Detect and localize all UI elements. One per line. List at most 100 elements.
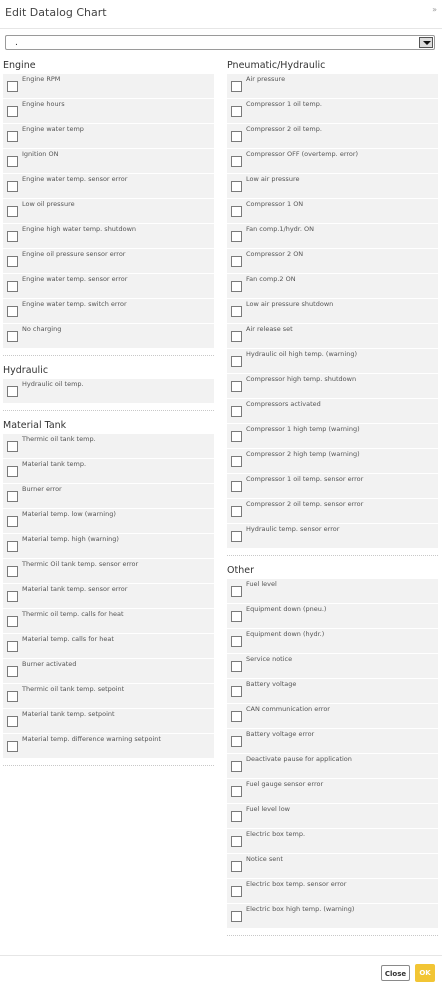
checkbox[interactable] (7, 231, 18, 242)
checkbox[interactable] (231, 611, 242, 622)
checkbox-row[interactable]: Engine water temp. switch error (3, 299, 214, 323)
checkbox[interactable] (7, 566, 18, 577)
checkbox[interactable] (231, 431, 242, 442)
checkbox-row[interactable]: Compressor OFF (overtemp. error) (227, 149, 438, 173)
checkbox[interactable] (7, 156, 18, 167)
checkbox-row[interactable]: Compressor 1 oil temp. sensor error (227, 474, 438, 498)
checkbox[interactable] (231, 661, 242, 672)
checkbox[interactable] (7, 131, 18, 142)
checkbox[interactable] (7, 716, 18, 727)
checkbox-row[interactable]: Engine water temp. sensor error (3, 274, 214, 298)
checkbox[interactable] (7, 591, 18, 602)
checkbox[interactable] (231, 911, 242, 922)
checkbox[interactable] (231, 811, 242, 822)
checkbox[interactable] (7, 256, 18, 267)
dropdown-arrow-icon[interactable] (419, 37, 433, 48)
checkbox[interactable] (7, 331, 18, 342)
checkbox[interactable] (231, 531, 242, 542)
checkbox[interactable] (7, 741, 18, 752)
checkbox[interactable] (231, 131, 242, 142)
checkbox-row[interactable]: Material temp. high (warning) (3, 534, 214, 558)
checkbox-row[interactable]: Thermic oil tank temp. (3, 434, 214, 458)
checkbox[interactable] (7, 281, 18, 292)
collapse-icon[interactable]: » (432, 5, 437, 14)
checkbox-row[interactable]: Hydraulic oil high temp. (warning) (227, 349, 438, 373)
checkbox-row[interactable]: Burner error (3, 484, 214, 508)
checkbox[interactable] (231, 786, 242, 797)
checkbox-row[interactable]: Battery voltage (227, 679, 438, 703)
checkbox[interactable] (231, 456, 242, 467)
checkbox[interactable] (231, 306, 242, 317)
checkbox[interactable] (7, 641, 18, 652)
checkbox-row[interactable]: Compressor 1 high temp (warning) (227, 424, 438, 448)
checkbox[interactable] (231, 861, 242, 872)
checkbox[interactable] (7, 386, 18, 397)
checkbox[interactable] (231, 886, 242, 897)
checkbox-row[interactable]: Compressor high temp. shutdown (227, 374, 438, 398)
checkbox-row[interactable]: Material temp. calls for heat (3, 634, 214, 658)
checkbox[interactable] (7, 491, 18, 502)
checkbox-row[interactable]: Service notice (227, 654, 438, 678)
checkbox-row[interactable]: Engine oil pressure sensor error (3, 249, 214, 273)
checkbox-row[interactable]: Low air pressure shutdown (227, 299, 438, 323)
checkbox[interactable] (7, 81, 18, 92)
checkbox-row[interactable]: Fuel level low (227, 804, 438, 828)
checkbox[interactable] (231, 686, 242, 697)
checkbox-row[interactable]: Air release set (227, 324, 438, 348)
checkbox[interactable] (231, 106, 242, 117)
checkbox-row[interactable]: Compressor 2 oil temp. sensor error (227, 499, 438, 523)
checkbox-row[interactable]: Engine high water temp. shutdown (3, 224, 214, 248)
checkbox[interactable] (7, 666, 18, 677)
checkbox-row[interactable]: Electric box temp. sensor error (227, 879, 438, 903)
checkbox[interactable] (231, 331, 242, 342)
checkbox-row[interactable]: Compressors activated (227, 399, 438, 423)
checkbox[interactable] (7, 306, 18, 317)
checkbox-row[interactable]: Compressor 2 ON (227, 249, 438, 273)
checkbox[interactable] (7, 106, 18, 117)
checkbox-row[interactable]: Electric box high temp. (warning) (227, 904, 438, 928)
checkbox[interactable] (231, 381, 242, 392)
checkbox-row[interactable]: Notice sent (227, 854, 438, 878)
checkbox[interactable] (231, 636, 242, 647)
checkbox-row[interactable]: CAN communication error (227, 704, 438, 728)
checkbox-row[interactable]: Engine hours (3, 99, 214, 123)
checkbox-row[interactable]: Compressor 1 ON (227, 199, 438, 223)
checkbox-row[interactable]: Material tank temp. setpoint (3, 709, 214, 733)
checkbox[interactable] (7, 466, 18, 477)
checkbox-row[interactable]: Compressor 2 oil temp. (227, 124, 438, 148)
checkbox-row[interactable]: Material temp. low (warning) (3, 509, 214, 533)
checkbox[interactable] (231, 256, 242, 267)
checkbox-row[interactable]: Fan comp.2 ON (227, 274, 438, 298)
checkbox-row[interactable]: Compressor 2 high temp (warning) (227, 449, 438, 473)
checkbox[interactable] (231, 506, 242, 517)
checkbox-row[interactable]: Hydraulic oil temp. (3, 379, 214, 403)
checkbox[interactable] (231, 231, 242, 242)
checkbox-row[interactable]: Engine RPM (3, 74, 214, 98)
checkbox-row[interactable]: Battery voltage error (227, 729, 438, 753)
checkbox[interactable] (7, 541, 18, 552)
checkbox[interactable] (231, 156, 242, 167)
checkbox-row[interactable]: Burner activated (3, 659, 214, 683)
checkbox[interactable] (231, 761, 242, 772)
close-button[interactable]: Close (381, 965, 410, 981)
checkbox-row[interactable]: Air pressure (227, 74, 438, 98)
checkbox-row[interactable]: Engine water temp. sensor error (3, 174, 214, 198)
checkbox[interactable] (231, 711, 242, 722)
checkbox[interactable] (231, 181, 242, 192)
checkbox-row[interactable]: Fuel level (227, 579, 438, 603)
checkbox-row[interactable]: Compressor 1 oil temp. (227, 99, 438, 123)
checkbox[interactable] (231, 836, 242, 847)
checkbox-row[interactable]: Deactivate pause for application (227, 754, 438, 778)
checkbox-row[interactable]: Fuel gauge sensor error (227, 779, 438, 803)
checkbox-row[interactable]: Low oil pressure (3, 199, 214, 223)
checkbox[interactable] (231, 206, 242, 217)
checkbox-row[interactable]: Hydraulic temp. sensor error (227, 524, 438, 548)
checkbox[interactable] (7, 206, 18, 217)
checkbox-row[interactable]: Thermic oil tank temp. setpoint (3, 684, 214, 708)
checkbox[interactable] (231, 481, 242, 492)
checkbox-row[interactable]: Material tank temp. (3, 459, 214, 483)
checkbox[interactable] (231, 81, 242, 92)
checkbox-row[interactable]: Low air pressure (227, 174, 438, 198)
checkbox-row[interactable]: No charging (3, 324, 214, 348)
checkbox[interactable] (231, 406, 242, 417)
